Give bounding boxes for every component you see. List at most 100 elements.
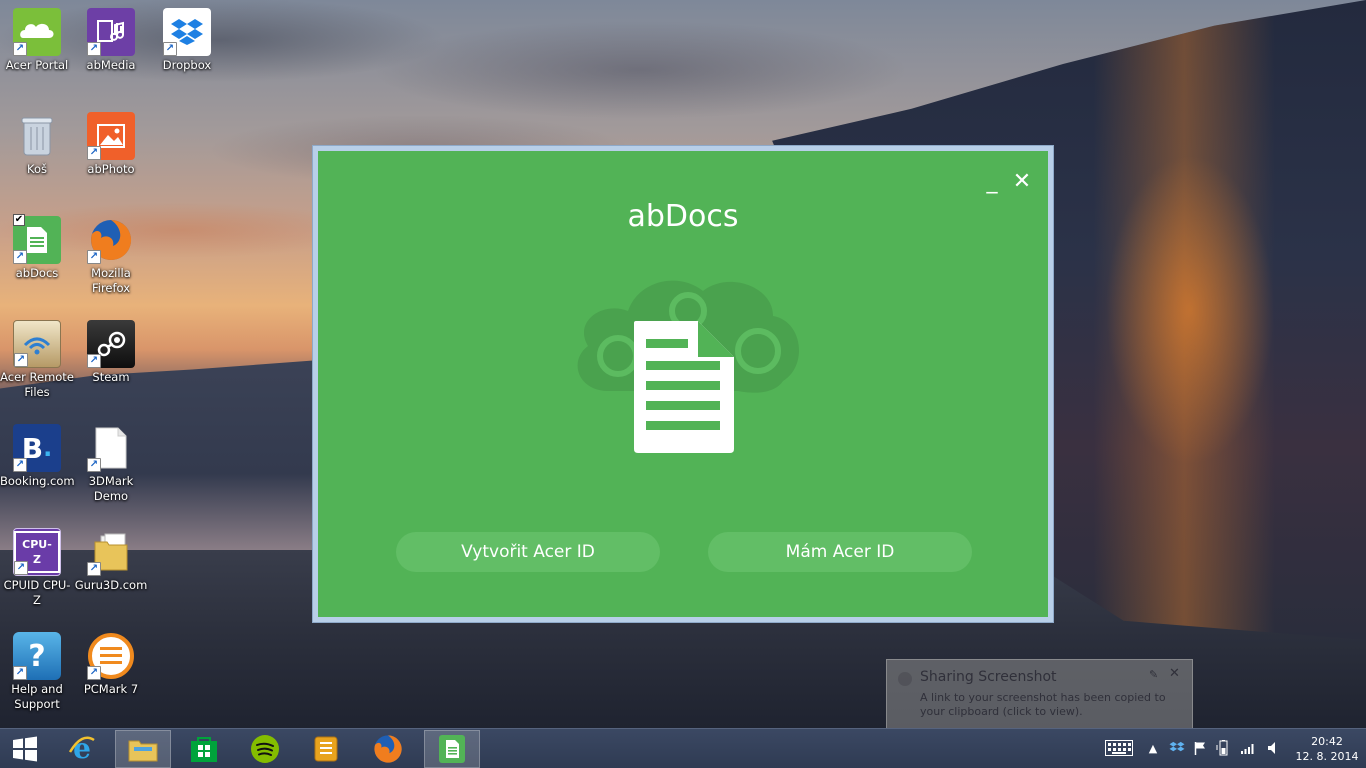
desktop-icon-label: abPhoto [87,162,135,176]
firefox-icon: ↗ [87,216,135,264]
shortcut-arrow-icon: ↗ [14,561,28,575]
taskbar-firefox[interactable] [360,730,416,768]
shortcut-arrow-icon: ↗ [163,42,177,56]
screenshot-notification[interactable]: Sharing Screenshot ✎ ✕ A link to your sc… [886,659,1193,729]
desktop-icon-label: Steam [92,370,130,384]
abdocs-icon: ✔ ↗ [13,214,61,264]
desktop-icon-help[interactable]: ? ↗ Help and Support [0,632,74,712]
shortcut-arrow-icon: ↗ [13,458,27,472]
desktop-icon-label: Help and Support [11,682,63,711]
clock-date: 12. 8. 2014 [1295,750,1359,763]
start-button[interactable] [0,730,50,768]
desktop-icon-label: Booking.com [0,474,75,488]
desktop-icon-abdocs[interactable]: ✔ ↗ abDocs [0,214,74,281]
close-button[interactable]: ✕ [1010,171,1034,195]
show-hidden-icons-icon[interactable]: ▲ [1146,737,1160,759]
have-acer-id-button[interactable]: Mám Acer ID [708,532,972,572]
clock-time: 20:42 [1311,735,1343,748]
booking-icon: B. ↗ [13,424,61,472]
taskbar-clock[interactable]: 20:42 12. 8. 2014 [1292,734,1362,764]
abdocs-dialog: _ ✕ abDocs Vytvořit Acer ID Mám Acer ID [318,151,1048,617]
abdocs-window: _ ✕ abDocs Vytvořit Acer ID Mám Acer ID [312,145,1054,623]
pin-icon[interactable]: ✎ [1149,668,1158,681]
desktop-icon-label: Acer Remote Files [0,370,74,399]
shortcut-arrow-icon: ↗ [87,666,101,680]
shortcut-arrow-icon: ↗ [14,353,28,367]
taskbar-windows-store[interactable] [176,730,232,768]
desktop-icon-label: CPUID CPU-Z [3,578,71,607]
volume-icon[interactable] [1264,737,1282,759]
desktop-icon-label: Mozilla Firefox [91,266,131,295]
network-signal-icon[interactable] [1238,737,1258,759]
firefox-icon [374,735,402,763]
shortcut-arrow-icon: ↗ [87,458,101,472]
windows-start-icon [13,736,37,762]
desktop-icon-firefox[interactable]: ↗ Mozilla Firefox [74,216,148,296]
touch-keyboard-icon[interactable] [1104,737,1134,759]
share-icon [898,672,912,686]
power-battery-icon[interactable] [1214,737,1232,759]
acer-portal-icon: ↗ [13,8,61,56]
spotify-icon [251,735,279,763]
desktop-icon-acer-portal[interactable]: ↗ Acer Portal [0,8,74,73]
notification-title: Sharing Screenshot [920,669,1057,685]
desktop-icon-booking[interactable]: B. ↗ Booking.com [0,424,75,489]
desktop-icon-label: abDocs [15,266,59,280]
shortcut-arrow-icon: ↗ [87,42,101,56]
desktop-icon-acer-remote-files[interactable]: ↗ Acer Remote Files [0,320,74,400]
desktop-icon-dropbox[interactable]: ↗ Dropbox [150,8,224,73]
notification-body: A link to your screenshot has been copie… [920,691,1166,718]
desktop-icon-abphoto[interactable]: ↗ abPhoto [74,112,148,177]
steam-icon: ↗ [87,320,135,368]
document-icon [634,321,734,453]
acer-remote-files-icon: ↗ [13,320,61,368]
desktop-icon-label: 3DMark Demo [88,474,134,503]
desktop-icon-cpuz[interactable]: CPU-Z ↗ CPUID CPU-Z [0,528,74,608]
abdocs-icon [439,735,465,763]
shortcut-arrow-icon: ↗ [13,666,27,680]
abphoto-icon: ↗ [87,112,135,160]
dropbox-tray-icon[interactable] [1167,737,1187,759]
shortcut-arrow-icon: ↗ [87,562,101,576]
taskbar-internet-explorer[interactable]: e [54,730,110,768]
abmedia-icon: ↗ [87,8,135,56]
dialog-title: abDocs [627,199,739,234]
shortcut-arrow-icon: ↗ [13,42,27,56]
desktop-icon-steam[interactable]: ↗ Steam [74,320,148,385]
desktop-icon-guru3d[interactable]: ↗ Guru3D.com [74,528,148,593]
create-acer-id-button[interactable]: Vytvořit Acer ID [396,532,660,572]
file-explorer-icon [128,740,158,762]
wallpaper-sunlight [1050,80,1330,540]
desktop-icon-label: PCMark 7 [83,682,139,696]
desktop-icon-label: Koš [27,162,47,176]
desktop-icon-pcmark[interactable]: ↗ PCMark 7 [74,632,148,697]
desktop-icon-label: Guru3D.com [74,578,148,592]
desktop-icon-recycle-bin[interactable]: Koš [0,112,74,177]
folder-icon: ↗ [87,528,135,576]
taskbar-file-explorer[interactable] [115,730,171,768]
help-icon: ? ↗ [13,632,61,680]
desktop-icon-3dmark[interactable]: ↗ 3DMark Demo [74,424,148,504]
desktop-icon-label: Dropbox [162,58,212,72]
windows-store-icon [191,737,217,762]
pcmark-icon: ↗ [87,632,135,680]
shortcut-arrow-icon: ↗ [87,250,101,264]
taskbar: e ▲ 20:42 12. 8. 2014 [0,728,1366,768]
shortcut-arrow-icon: ↗ [87,146,101,160]
recycle-bin-icon [13,112,61,160]
taskbar-spotify[interactable] [237,730,293,768]
desktop-icon-label: abMedia [86,58,136,72]
notes-app-icon [314,736,338,762]
minimize-button[interactable]: _ [980,171,1004,195]
notification-close-icon[interactable]: ✕ [1169,666,1180,681]
shortcut-arrow-icon: ↗ [13,250,27,264]
desktop-icon-abmedia[interactable]: ↗ abMedia [74,8,148,73]
taskbar-abdocs[interactable] [424,730,480,768]
cpuz-icon: CPU-Z ↗ [13,528,61,576]
checkbox-icon[interactable]: ✔ [13,214,25,226]
shortcut-arrow-icon: ↗ [87,354,101,368]
document-icon: ↗ [87,424,135,472]
action-center-flag-icon[interactable] [1191,737,1209,759]
desktop-icon-label: Acer Portal [5,58,69,72]
taskbar-notes-app[interactable] [298,730,354,768]
